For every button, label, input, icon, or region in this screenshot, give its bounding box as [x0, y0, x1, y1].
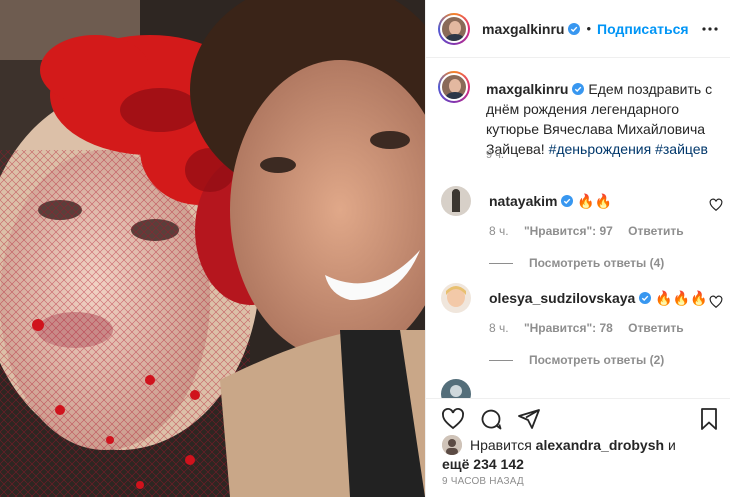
- action-icons: [441, 407, 541, 431]
- post-photo[interactable]: [0, 0, 425, 497]
- comment-meta: 8 ч. "Нравится": 97 Ответить: [489, 224, 696, 238]
- view-replies-label: Посмотреть ответы (4): [529, 256, 665, 270]
- comment-icon[interactable]: [479, 407, 503, 431]
- replies-divider: [489, 359, 513, 361]
- replies-divider: [489, 262, 513, 264]
- comment-meta: 8 ч. "Нравится": 78 Ответить: [489, 321, 696, 335]
- comment-time: 8 ч.: [489, 224, 509, 238]
- comment-text: 🔥🔥: [577, 193, 613, 209]
- comment-time: 8 ч.: [489, 321, 509, 335]
- verified-icon: [561, 195, 574, 207]
- verified-icon: [568, 22, 581, 35]
- comment-likes[interactable]: "Нравится": 97: [524, 224, 613, 238]
- likes-summary: Нравится alexandra_drobysh и ещё 234 142: [442, 435, 676, 473]
- caption-author-avatar[interactable]: [438, 71, 470, 103]
- likes-count: 234 142: [473, 456, 524, 472]
- commenter-avatar[interactable]: [441, 283, 471, 313]
- post-header: maxgalkinru • Подписаться: [426, 0, 730, 58]
- heart-icon[interactable]: [709, 198, 723, 212]
- view-replies-button[interactable]: Посмотреть ответы (4): [489, 256, 664, 270]
- reply-button[interactable]: Ответить: [628, 224, 683, 238]
- hashtag-link[interactable]: #деньрождения: [549, 141, 652, 157]
- more-options-icon[interactable]: [701, 20, 719, 38]
- view-replies-label: Посмотреть ответы (2): [529, 353, 665, 367]
- verified-icon: [572, 83, 585, 95]
- comment-text-line: natayakim 🔥🔥: [489, 193, 612, 210]
- heart-icon[interactable]: [709, 295, 723, 309]
- reply-button[interactable]: Ответить: [628, 321, 683, 335]
- hashtag-link[interactable]: #зайцев: [655, 141, 708, 157]
- bookmark-icon[interactable]: [697, 407, 721, 431]
- view-replies-button[interactable]: Посмотреть ответы (2): [489, 353, 664, 367]
- header-separator: •: [586, 21, 592, 36]
- caption-time: 9 ч.: [486, 149, 504, 161]
- posted-time[interactable]: 9 ЧАСОВ НАЗАД: [442, 476, 524, 487]
- like-heart-icon[interactable]: [441, 407, 465, 431]
- comment-text: 🔥🔥🔥: [655, 290, 708, 306]
- comment-text-line: olesya_sudzilovskaya 🔥🔥🔥: [489, 290, 708, 307]
- likes-more-prefix: ещё: [442, 456, 470, 472]
- liker-avatar[interactable]: [442, 435, 462, 455]
- author-avatar[interactable]: [438, 12, 470, 45]
- liker-username[interactable]: alexandra_drobysh: [536, 437, 664, 453]
- likes-prefix: Нравится: [470, 437, 532, 453]
- likes-more-link[interactable]: ещё 234 142: [442, 456, 524, 472]
- follow-button[interactable]: Подписаться: [597, 21, 689, 37]
- author-username[interactable]: maxgalkinru: [482, 21, 564, 37]
- caption-text-block: maxgalkinru Едем поздравить с днём рожде…: [486, 79, 722, 159]
- commenter-username[interactable]: olesya_sudzilovskaya: [489, 290, 635, 306]
- commenter-username[interactable]: natayakim: [489, 193, 557, 209]
- comment-likes[interactable]: "Нравится": 78: [524, 321, 613, 335]
- commenter-avatar[interactable]: [441, 186, 471, 216]
- caption-username[interactable]: maxgalkinru: [486, 81, 568, 97]
- comments-list[interactable]: maxgalkinru Едем поздравить с днём рожде…: [426, 59, 730, 399]
- post-side-panel: maxgalkinru • Подписаться maxgalkinru Ед…: [425, 0, 730, 497]
- share-icon[interactable]: [517, 407, 541, 431]
- commenter-avatar[interactable]: [441, 379, 471, 399]
- likes-conj: и: [667, 437, 676, 453]
- selfie-image: [0, 0, 425, 497]
- verified-icon: [639, 292, 652, 304]
- post-actions: Нравится alexandra_drobysh и ещё 234 142…: [426, 398, 730, 497]
